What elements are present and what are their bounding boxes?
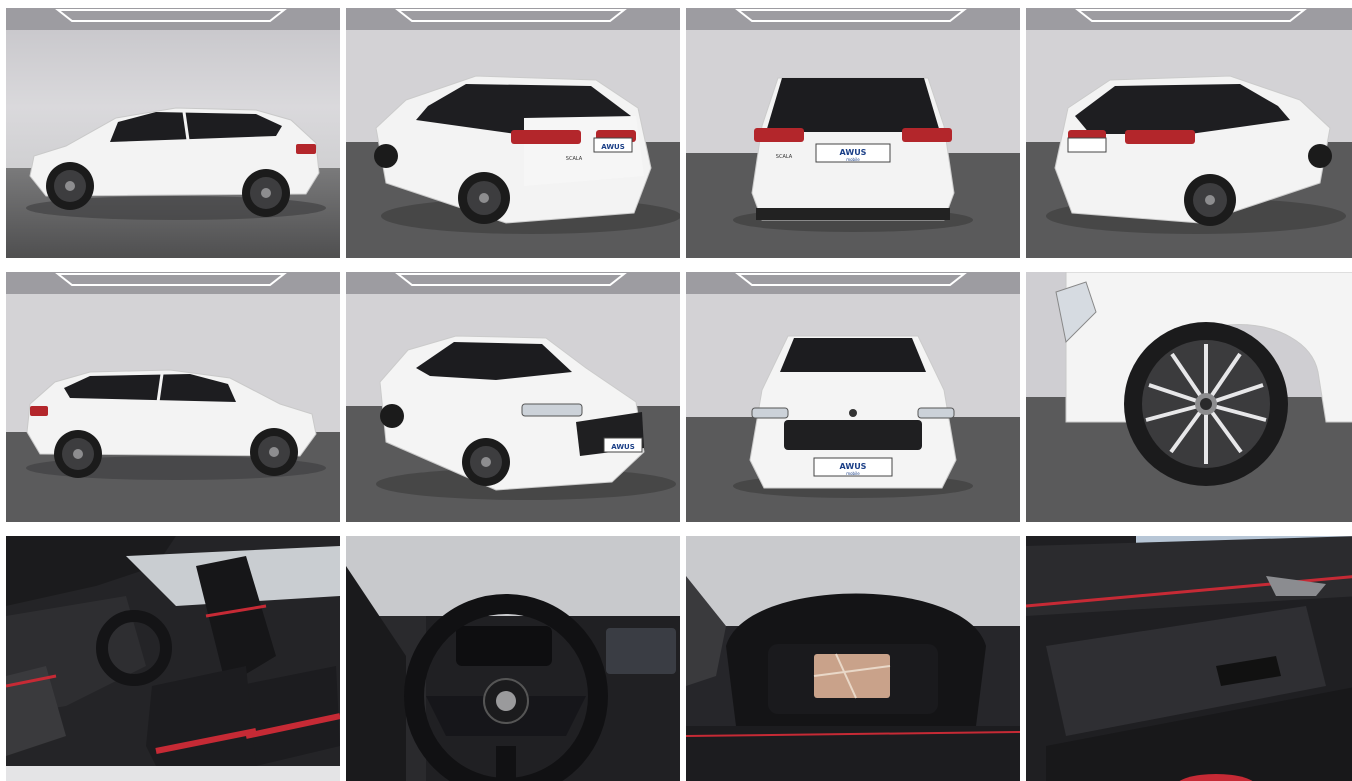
photo-tile-side-left[interactable] <box>6 8 340 258</box>
plate-text: AWUS <box>601 143 625 151</box>
photo-tile-front-three-quarter-left[interactable]: AWUS <box>346 272 680 522</box>
car-photo <box>1026 272 1352 522</box>
photo-tile-wheel-closeup[interactable] <box>1026 272 1352 522</box>
photo-tile-side-right[interactable] <box>6 272 340 522</box>
photo-gallery: AWUS SCALA AWUS mobile SCALA AWUS AWUS m… <box>0 0 1352 781</box>
car-photo: AWUS mobile <box>686 272 1020 522</box>
photo-tile-instrument-cluster[interactable] <box>686 536 1020 781</box>
photo-tile-rear-three-quarter-left[interactable]: AWUS SCALA <box>346 8 680 258</box>
photo-tile-front[interactable]: AWUS mobile <box>686 272 1020 522</box>
car-photo: AWUS <box>346 272 680 522</box>
car-photo <box>6 536 340 781</box>
car-photo: AWUS SCALA <box>346 8 680 258</box>
photo-tile-steering-wheel[interactable] <box>346 536 680 781</box>
plate-subtext: mobile <box>846 157 860 162</box>
car-photo <box>1026 8 1352 258</box>
badge-text: SCALA <box>776 154 793 160</box>
photo-tile-interior-front-seats[interactable] <box>6 536 340 781</box>
badge-text: SCALA <box>566 156 583 162</box>
plate-text: AWUS <box>840 462 867 471</box>
plate-text: AWUS <box>840 148 867 157</box>
plate-text: AWUS <box>611 443 635 451</box>
plate-subtext: mobile <box>846 471 860 476</box>
car-photo <box>6 8 340 258</box>
car-photo <box>1026 536 1352 781</box>
photo-tile-rear[interactable]: AWUS mobile SCALA <box>686 8 1020 258</box>
car-photo <box>686 536 1020 781</box>
car-photo <box>346 536 680 781</box>
photo-tile-rear-three-quarter-right[interactable] <box>1026 8 1352 258</box>
photo-tile-door-panel[interactable] <box>1026 536 1352 781</box>
car-photo <box>6 272 340 522</box>
car-photo: AWUS mobile SCALA <box>686 8 1020 258</box>
